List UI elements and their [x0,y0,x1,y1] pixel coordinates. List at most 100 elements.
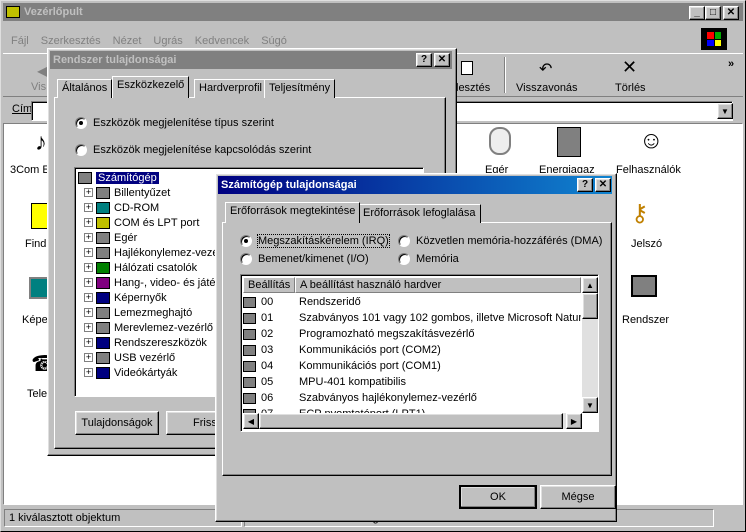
icon-label-find[interactable]: Find [25,238,46,250]
resource-list[interactable]: Beállítás A beállítást használó hardver … [240,274,599,432]
tree-item[interactable]: + USB vezérlő [78,350,175,365]
scroll-down-button[interactable]: ▼ [582,397,598,413]
help-button[interactable]: ? [577,178,593,192]
tree-item[interactable]: + Merevlemez-vezérlő [78,320,213,335]
help-button[interactable]: ? [416,53,432,67]
expand-plus-icon[interactable]: + [84,188,93,197]
tree-item[interactable]: + Képernyők [78,290,167,305]
expand-plus-icon[interactable]: + [84,308,93,317]
tree-item[interactable]: + Egér [78,230,137,245]
properties-button[interactable]: Tulajdonságok [75,411,159,435]
cancel-button[interactable]: Mégse [540,485,616,509]
menu-file[interactable]: Fájl [11,35,29,47]
device-icon [96,306,110,319]
tree-root[interactable]: Számítógép [78,170,159,185]
icon-label-system[interactable]: Rendszer [622,314,669,326]
main-titlebar[interactable]: Vezérlőpult [3,3,743,21]
mouse-icon[interactable] [489,127,511,155]
tree-item[interactable]: + COM és LPT port [78,215,199,230]
scroll-right-button[interactable]: ▶ [566,413,582,429]
icon-label-users[interactable]: Felhasználók [616,164,681,176]
tree-item[interactable]: + Hang-, video- és játé [78,275,216,290]
tree-item[interactable]: + Lemezmeghajtó [78,305,192,320]
table-row[interactable]: 03 Kommunikációs port (COM2) [243,342,581,358]
icon-label-3com[interactable]: 3Com E [10,164,50,176]
tab-view-resources[interactable]: Erőforrások megtekintése [225,202,361,223]
computer-dialog-titlebar[interactable]: Számítógép tulajdonságai [218,176,612,194]
system-dialog-titlebar[interactable]: Rendszer tulajdonságai [50,51,452,69]
tree-item[interactable]: + Hálózati csatolók [78,260,197,275]
status-bar: 1 kiválasztott objektum [4,509,242,527]
control-panel-app-icon [6,6,20,18]
tree-item[interactable]: + CD-ROM [78,200,159,215]
expand-plus-icon[interactable]: + [84,218,93,227]
expand-plus-icon[interactable]: + [84,293,93,302]
device-icon [243,376,256,388]
radio-irq[interactable]: Megszakításkérelem (IRQ) [240,234,390,248]
menu-edit[interactable]: Szerkesztés [41,35,101,47]
expand-plus-icon[interactable]: + [84,248,93,257]
tab-performance[interactable]: Teljesítmény [264,79,336,98]
maximize-button[interactable]: □ [705,6,721,20]
toolbar-delete-label[interactable]: Törlés [615,82,646,94]
column-header-setting[interactable]: Beállítás [243,277,295,293]
tree-item[interactable]: + Rendszereszközök [78,335,207,350]
expand-plus-icon[interactable]: + [84,323,93,332]
main-window-title: Vezérlőpult [24,6,83,18]
column-header-hardware[interactable]: A beállítást használó hardver [295,277,581,293]
tab-general[interactable]: Általános [57,79,113,98]
system-dialog-close-button[interactable]: ✕ [434,53,450,67]
close-button[interactable]: ✕ [723,6,739,20]
table-row[interactable]: 04 Kommunikációs port (COM1) [243,358,581,374]
expand-plus-icon[interactable]: + [84,263,93,272]
radio-by-type[interactable]: Eszközök megjelenítése típus szerint [75,117,274,129]
keys-icon[interactable]: ⚷ [631,199,649,228]
menu-favorites[interactable]: Kedvencek [195,35,249,47]
table-row[interactable]: 06 Szabványos hajlékonylemez-vezérlő [243,390,581,406]
computer-dialog-close-button[interactable]: ✕ [595,178,611,192]
tab-reserve-resources[interactable]: Erőforrások lefoglalása [358,204,481,223]
music-note-icon[interactable]: ♪ [35,129,47,157]
menu-go[interactable]: Ugrás [153,35,182,47]
menu-view[interactable]: Nézet [113,35,142,47]
table-row[interactable]: 01 Szabványos 101 vagy 102 gombos, illetv… [243,310,581,326]
expand-plus-icon[interactable]: + [84,278,93,287]
menu-help[interactable]: Súgó [261,35,287,47]
radio-io-label: Bemenet/kimenet (I/O) [258,253,369,265]
radio-io[interactable]: Bemenet/kimenet (I/O) [240,253,369,265]
expand-plus-icon[interactable]: + [84,203,93,212]
tree-item[interactable]: + Videókártyák [78,365,177,380]
expand-plus-icon[interactable]: + [84,353,93,362]
scroll-left-button[interactable]: ◀ [243,413,259,429]
expand-plus-icon[interactable]: + [84,368,93,377]
tab-hardware-profiles[interactable]: Hardverprofil [194,79,267,98]
toolbar-paste-label[interactable]: lesztés [456,82,490,94]
scroll-up-button[interactable]: ▲ [582,277,598,293]
horizontal-scroll-thumb[interactable] [259,413,563,429]
power-plug-icon[interactable] [557,127,581,157]
users-icon[interactable]: ☺ [639,127,664,155]
table-row[interactable]: 00 Rendszeridő [243,294,581,310]
radio-by-connection[interactable]: Eszközök megjelenítése kapcsolódás szeri… [75,144,311,156]
table-row[interactable]: 05 MPU-401 kompatibilis [243,374,581,390]
icon-label-telephony[interactable]: Tele [27,388,47,400]
radio-memory[interactable]: Memória [398,253,459,265]
address-dropdown-button[interactable]: ▼ [717,103,733,119]
toolbar-undo-label[interactable]: Visszavonás [516,82,578,94]
icon-label-display[interactable]: Képe [22,314,48,326]
tab-device-manager[interactable]: Eszközkezelő [112,76,190,98]
tree-item[interactable]: + Billentyűzet [78,185,170,200]
expand-plus-icon[interactable]: + [84,233,93,242]
radio-dma[interactable]: Közvetlen memória-hozzáférés (DMA) [398,235,602,247]
icon-label-password[interactable]: Jelszó [631,238,662,250]
expand-plus-icon[interactable]: + [84,338,93,347]
device-icon [96,246,110,259]
vertical-scroll-thumb[interactable] [582,293,598,319]
tree-item[interactable]: + Hajlékonylemez-vezé [78,245,219,260]
minimize-button[interactable]: _ [689,6,705,20]
ok-button[interactable]: OK [459,485,537,509]
computer-icon[interactable] [631,275,657,297]
table-row[interactable]: 02 Programozható megszakításvezérlő [243,326,581,342]
table-row[interactable]: 07ECP nyomtatóport (LPT1) [243,406,581,413]
toolbar-more-icon[interactable]: » [728,58,734,70]
